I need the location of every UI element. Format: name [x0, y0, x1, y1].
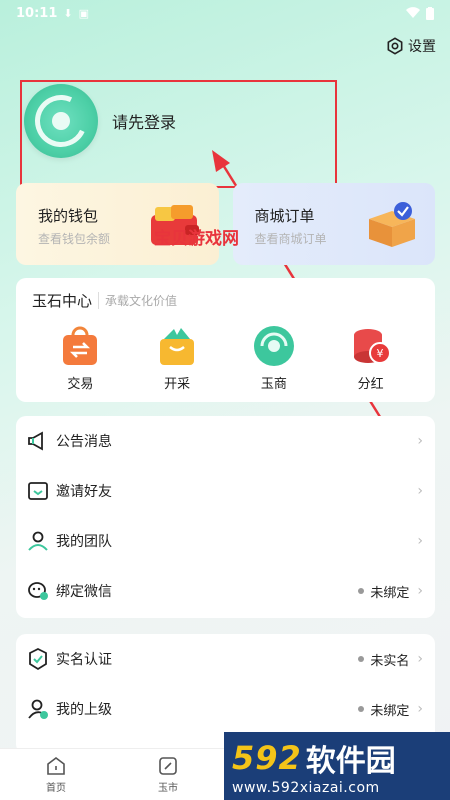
tab-home[interactable]: 首页 [0, 749, 112, 800]
bag-swap-icon [63, 326, 98, 365]
jade-center-subtitle: 承载文化价值 [98, 292, 177, 309]
status-text: 未实名 [370, 653, 410, 669]
menu-item-label: 我的上级 [56, 702, 112, 718]
chevron-right-icon: › [417, 651, 423, 667]
chevron-right-icon: › [417, 701, 423, 717]
notification-icons: ⬇ ▣ [63, 7, 89, 20]
menu-group-1: 公告消息 › 邀请好友 › 我的团队 › 绑定微信 未绑定 › [16, 416, 435, 618]
market-icon [159, 757, 177, 775]
chevron-right-icon: › [417, 483, 423, 499]
menu-item-label: 绑定微信 [56, 584, 112, 600]
status-dot [358, 706, 365, 712]
menu-item-label: 邀请好友 [56, 484, 112, 500]
invite-icon [28, 482, 48, 500]
chevron-right-icon: › [417, 583, 423, 599]
status-time: 10:11 [16, 5, 58, 21]
tab-label: 玉市 [158, 783, 178, 794]
package-icon [369, 202, 415, 247]
bind-status: 未绑定 [358, 582, 409, 601]
order-card[interactable]: 商城订单 查看商城订单 [232, 183, 435, 265]
wechat-icon [28, 582, 48, 600]
jade-item-label: 分红 [357, 377, 384, 392]
jade-item-trade[interactable]: 交易 [40, 325, 120, 392]
status-text: 未绑定 [370, 585, 410, 601]
settings-button[interactable]: 设置 [386, 36, 436, 56]
status-text: 未绑定 [370, 703, 410, 719]
jade-item-label: 交易 [67, 377, 94, 392]
jade-item-label: 玉商 [260, 377, 287, 392]
tab-market[interactable]: 玉市 [112, 749, 224, 800]
app-notification-icon: ▣ [78, 6, 90, 20]
site-watermark: 宝贝游戏网 [154, 229, 239, 249]
verification-status: 未实名 [358, 650, 409, 669]
coins-icon: ¥ [353, 329, 391, 364]
home-icon [47, 757, 65, 775]
superior-icon [28, 699, 48, 719]
status-dot [358, 588, 365, 594]
status-bar: 10:11 ⬇ ▣ [0, 0, 450, 26]
jade-center-title: 玉石中心 [32, 292, 93, 310]
svg-text:¥: ¥ [376, 347, 383, 360]
brand-number: 592 [232, 739, 302, 777]
battery-icon [426, 6, 434, 20]
wifi-icon [406, 7, 420, 19]
jade-center-items: 交易 开采 玉商 ¥ 分红 [32, 325, 419, 392]
menu-item-label: 公告消息 [56, 434, 112, 450]
brand-url: www.592xiazai.com [232, 780, 380, 796]
jade-item-dividend[interactable]: ¥ 分红 [331, 325, 411, 392]
menu-item-bind-wechat[interactable]: 绑定微信 未绑定 › [16, 566, 435, 616]
jade-item-merchant[interactable]: 玉商 [234, 325, 314, 392]
jade-center-panel: 玉石中心 承载文化价值 交易 开采 玉商 ¥ 分红 [16, 278, 435, 402]
jade-item-mining[interactable]: 开采 [137, 325, 217, 392]
brand-name: 软件园 [305, 744, 396, 779]
menu-item-team[interactable]: 我的团队 › [16, 516, 435, 566]
settings-label: 设置 [408, 39, 436, 55]
superior-status: 未绑定 [358, 700, 409, 719]
megaphone-icon [28, 431, 43, 451]
chevron-right-icon: › [417, 433, 423, 449]
menu-item-label: 实名认证 [56, 652, 112, 668]
menu-item-superior[interactable]: 我的上级 未绑定 › [16, 684, 435, 734]
brand-watermark: 592 软件园 www.592xiazai.com [224, 732, 450, 800]
gear-icon [387, 37, 403, 55]
jade-item-label: 开采 [164, 377, 191, 392]
menu-item-announcements[interactable]: 公告消息 › [16, 416, 435, 466]
annotation-highlight-box [20, 80, 337, 188]
status-right [406, 6, 434, 20]
verified-icon [29, 647, 47, 671]
jade-disc-icon [253, 326, 294, 366]
chevron-right-icon: › [417, 533, 423, 549]
download-icon: ⬇ [63, 6, 73, 20]
jade-center-header: 玉石中心 承载文化价值 [32, 290, 419, 311]
tab-label: 首页 [46, 783, 66, 794]
menu-item-label: 我的团队 [56, 534, 112, 550]
basket-icon [160, 328, 195, 365]
team-icon [28, 531, 48, 551]
menu-item-invite[interactable]: 邀请好友 › [16, 466, 435, 516]
status-dot [358, 656, 365, 662]
menu-item-real-name[interactable]: 实名认证 未实名 › [16, 634, 435, 684]
